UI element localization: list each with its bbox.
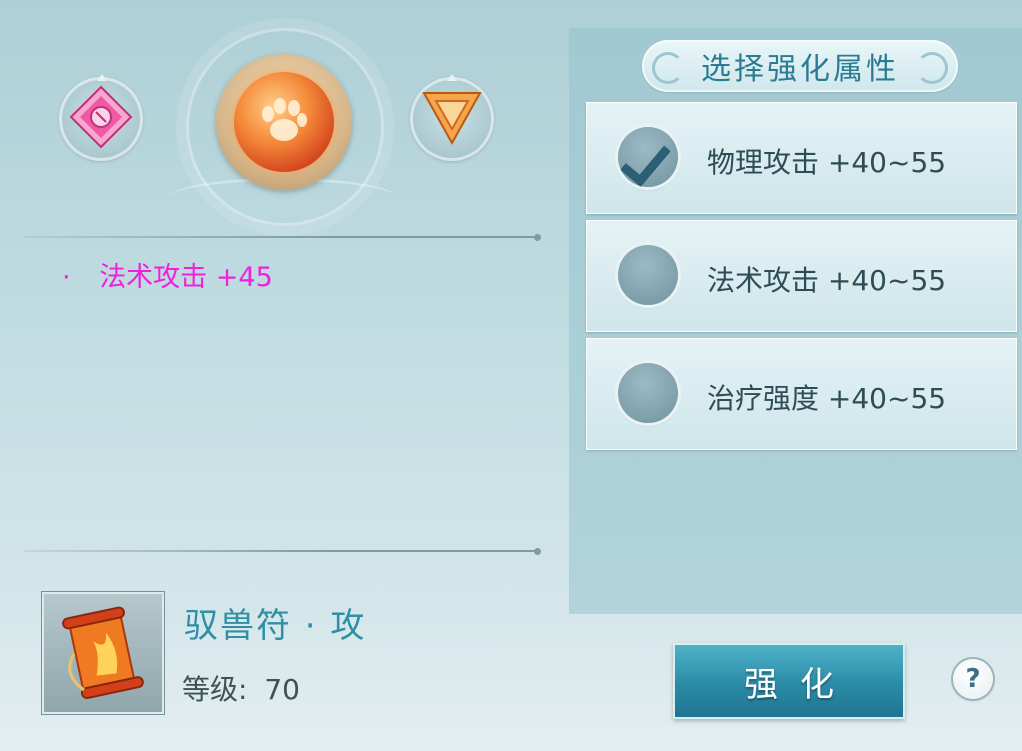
panel-title-banner: 选择强化属性 (642, 40, 958, 92)
gem-slot-left[interactable] (59, 77, 143, 161)
fire-scroll-icon (44, 606, 162, 716)
pink-diamond-gem-icon (68, 84, 134, 154)
cloud-swirl-icon (916, 52, 948, 84)
attribute-bullet: · (62, 262, 71, 293)
gem-slot-left-tick (97, 74, 107, 81)
current-attribute-label: 法术攻击 +45 (99, 262, 273, 293)
gem-slot-center[interactable] (216, 54, 352, 190)
radio-unchecked[interactable] (618, 245, 678, 305)
enhance-button[interactable]: 强化 (673, 643, 905, 719)
item-level-value: 70 (264, 673, 300, 706)
item-level: 等级: 70 (182, 668, 300, 708)
attribute-option-physical-attack[interactable]: 物理攻击 +40~55 (586, 102, 1017, 214)
bottom-divider-dot (534, 548, 541, 555)
orange-beast-claw-orb-icon (234, 72, 334, 172)
item-icon-frame[interactable] (42, 592, 164, 714)
item-name: 驭兽符 · 攻 (184, 606, 367, 646)
help-button[interactable]: ? (953, 659, 993, 699)
enhance-button-label: 强化 (744, 664, 856, 705)
top-divider-dot (534, 234, 541, 241)
option-label: 物理攻击 +40~55 (707, 146, 947, 179)
attribute-option-healing-power[interactable]: 治疗强度 +40~55 (586, 338, 1017, 450)
top-divider (24, 236, 536, 238)
current-attribute-line: · 法术攻击 +45 (62, 255, 273, 294)
radio-unchecked[interactable] (618, 363, 678, 423)
gem-slot-right[interactable] (410, 77, 494, 161)
cloud-swirl-icon (652, 52, 684, 84)
panel-title: 选择强化属性 (701, 52, 899, 87)
checkmark-icon (620, 133, 671, 188)
radio-checked[interactable] (618, 127, 678, 188)
question-mark-icon: ? (965, 664, 981, 694)
attribute-option-magic-attack[interactable]: 法术攻击 +40~55 (586, 220, 1017, 332)
option-label: 法术攻击 +40~55 (707, 264, 947, 297)
option-label: 治疗强度 +40~55 (707, 382, 947, 415)
bottom-divider (24, 550, 536, 552)
orange-triangle-gem-icon (420, 87, 484, 151)
gem-slot-right-tick (447, 74, 457, 81)
item-level-label: 等级: (182, 673, 248, 706)
